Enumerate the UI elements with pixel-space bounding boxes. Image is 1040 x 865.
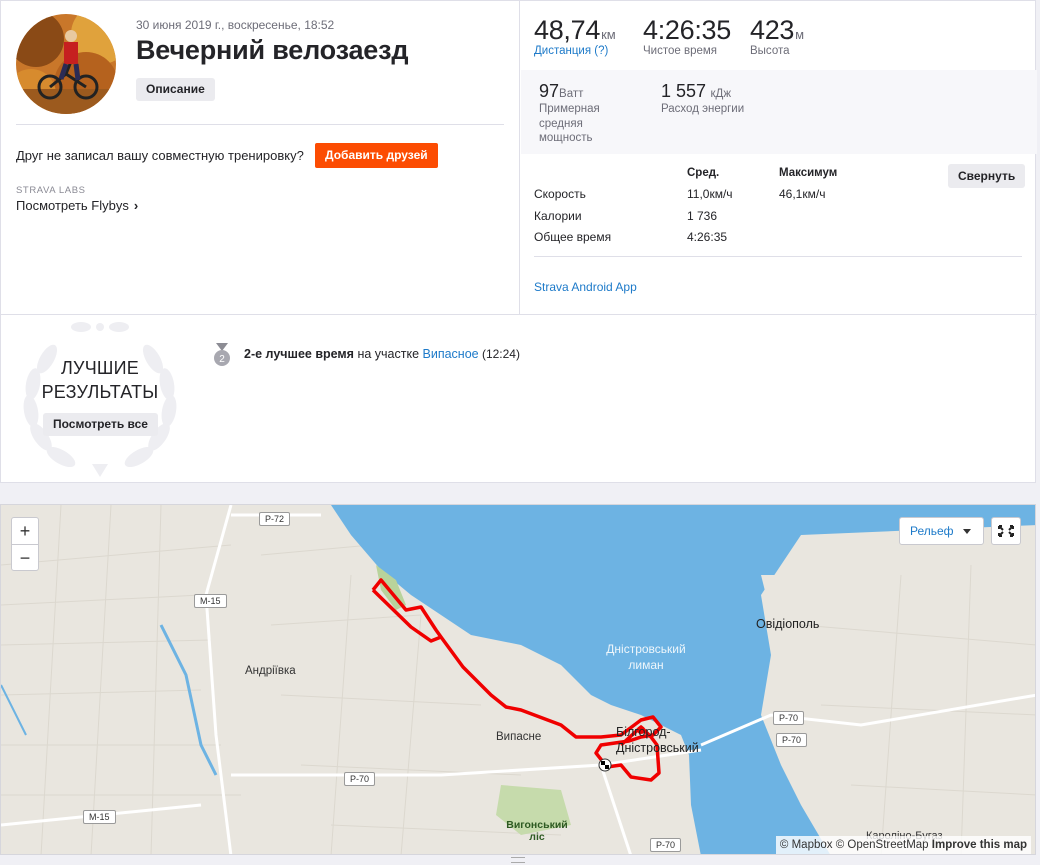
device-link[interactable]: Strava Android App xyxy=(534,280,637,294)
divider xyxy=(1,314,1037,315)
stats-panel: 48,74км Дистанция (?) 4:26:35 Чистое вре… xyxy=(521,1,1037,314)
improve-map-link[interactable]: Improve this map xyxy=(932,839,1027,851)
label-ovidiopol: Овідіополь xyxy=(756,617,820,631)
activity-title: Вечерний велозаезд xyxy=(136,35,409,65)
chevron-right-icon: › xyxy=(133,198,139,213)
zoom-control: + − xyxy=(11,517,39,571)
row-calories-label: Калории xyxy=(534,209,582,223)
achievement-item: 2-е лучшее время на участке Випасное (12… xyxy=(244,347,520,361)
label-forest-line2: ліс xyxy=(529,831,545,843)
energy-value: 1 557 xyxy=(661,81,707,101)
road-shield-r70: Р-70 xyxy=(344,772,376,786)
athlete-avatar[interactable] xyxy=(16,14,116,114)
activity-page: 30 июня 2019 г., воскресенье, 18:52 Вече… xyxy=(0,0,1040,865)
table-header-avg: Сред. xyxy=(687,167,720,179)
activity-header: 30 июня 2019 г., воскресенье, 18:52 Вече… xyxy=(1,1,520,314)
best-results-line1: ЛУЧШИЕ xyxy=(61,358,139,378)
power-value: 97 xyxy=(539,81,560,101)
row-speed-avg: 11,0км/ч xyxy=(687,187,733,201)
attribution-mapbox[interactable]: © Mapbox xyxy=(780,839,833,851)
distance-unit: км xyxy=(601,27,616,42)
view-all-button[interactable]: Посмотреть все xyxy=(43,413,158,436)
stat-elevation: 423м Высота xyxy=(750,15,804,57)
label-liman: Дністровський лиман xyxy=(591,641,701,673)
map-resize-handle[interactable] xyxy=(511,857,525,863)
label-forest: Вигонський ліс xyxy=(501,819,573,843)
moving-time-label: Чистое время xyxy=(643,45,717,57)
distance-help-link[interactable]: Дистанция (?) xyxy=(534,45,616,57)
moving-time-value: 4:26:35 xyxy=(643,15,731,45)
map-canvas[interactable] xyxy=(1,505,1036,855)
distance-value: 48,74 xyxy=(534,15,601,45)
flybys-link-label[interactable]: Посмотреть Flybys xyxy=(16,198,129,213)
row-elapsed-label: Общее время xyxy=(534,230,612,244)
elevation-label: Высота xyxy=(750,45,790,57)
description-button[interactable]: Описание xyxy=(136,78,215,101)
energy-unit: кДж xyxy=(710,88,732,100)
silver-medal-icon: 2 xyxy=(214,343,230,366)
route-map[interactable]: Овідіополь Андріївка Випасне Білгород- Д… xyxy=(0,504,1036,855)
stat-distance: 48,74км Дистанция (?) xyxy=(534,15,616,57)
zoom-in-button[interactable]: + xyxy=(12,518,38,544)
row-speed-max: 46,1км/ч xyxy=(779,187,826,201)
row-elapsed-avg: 4:26:35 xyxy=(687,230,728,244)
power-unit: Ватт xyxy=(559,88,584,100)
label-bilhorod: Білгород- Дністровський xyxy=(616,724,699,756)
activity-card: 30 июня 2019 г., воскресенье, 18:52 Вече… xyxy=(0,0,1037,483)
label-bilhorod-line1: Білгород- xyxy=(616,725,671,739)
strava-labs-label: STRAVA LABS xyxy=(16,185,86,196)
flybys-link[interactable]: Посмотреть Flybys › xyxy=(16,198,138,213)
fullscreen-icon xyxy=(998,525,1014,537)
road-shield-m15: М-15 xyxy=(194,594,227,608)
label-andriivka: Андріївка xyxy=(245,665,296,677)
best-results-title: ЛУЧШИЕ РЕЗУЛЬТАТЫ xyxy=(27,356,173,404)
divider xyxy=(16,124,504,125)
elevation-unit: м xyxy=(795,27,805,42)
collapse-button[interactable]: Свернуть xyxy=(948,164,1026,188)
zoom-out-button[interactable]: − xyxy=(12,544,38,570)
segment-link[interactable]: Випасное xyxy=(423,347,479,361)
label-liman-line2: лиман xyxy=(628,658,664,672)
label-forest-line1: Вигонський xyxy=(506,819,568,831)
achievement-rank: 2-е лучшее время xyxy=(244,347,354,361)
map-attribution: © Mapbox © OpenStreetMap Improve this ma… xyxy=(775,836,1031,854)
stat-moving-time: 4:26:35 Чистое время xyxy=(643,15,731,57)
caret-down-icon xyxy=(963,529,971,534)
attribution-osm[interactable]: © OpenStreetMap xyxy=(836,839,929,851)
stat-energy: 1 557 кДж Расход энергии xyxy=(661,81,781,117)
map-style-dropdown[interactable]: Рельеф xyxy=(899,517,984,545)
best-results-line2: РЕЗУЛЬТАТЫ xyxy=(41,382,159,402)
label-bilhorod-line2: Дністровський xyxy=(616,741,699,755)
table-header-max: Максимум xyxy=(779,167,838,179)
add-friends-button[interactable]: Добавить друзей xyxy=(315,143,438,168)
power-label: Примерная средняя мощность xyxy=(539,103,600,144)
fullscreen-button[interactable] xyxy=(991,517,1021,545)
row-calories-avg: 1 736 xyxy=(687,209,718,223)
stat-power: 97Ватт Примерная средняя мощность xyxy=(539,81,619,146)
label-liman-line1: Дністровський xyxy=(606,642,686,656)
segment-time: (12:24) xyxy=(478,347,520,361)
activity-date: 30 июня 2019 г., воскресенье, 18:52 xyxy=(136,18,335,32)
energy-label: Расход энергии xyxy=(661,103,745,115)
road-shield-r70: Р-70 xyxy=(650,838,682,852)
road-shield-r70: Р-70 xyxy=(773,711,805,725)
medal-rank: 2 xyxy=(219,354,225,365)
label-vypasne: Випасне xyxy=(496,731,542,743)
road-shield-r70: Р-70 xyxy=(776,733,808,747)
road-shield-m15: М-15 xyxy=(83,810,116,824)
friend-question: Друг не записал вашу совместную трениров… xyxy=(16,148,304,163)
row-speed-label: Скорость xyxy=(534,187,586,201)
map-style-label[interactable]: Рельеф xyxy=(910,524,954,538)
road-shield-r72: Р-72 xyxy=(259,512,291,526)
elevation-value: 423 xyxy=(750,15,795,45)
divider xyxy=(534,256,1022,257)
achievement-text: на участке xyxy=(353,347,423,361)
